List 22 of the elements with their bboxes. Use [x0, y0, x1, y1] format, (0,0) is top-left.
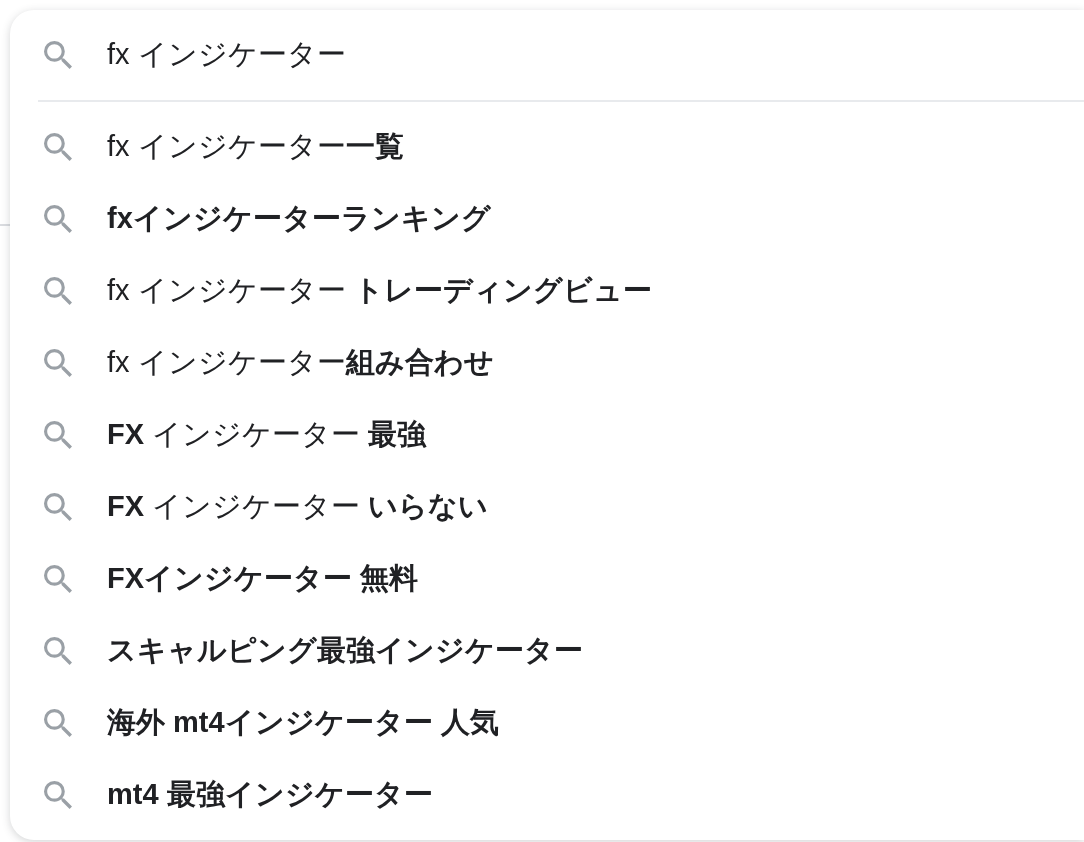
search-icon: [44, 349, 72, 377]
search-icon: [44, 133, 72, 161]
search-icon: [44, 421, 72, 449]
suggestion-item[interactable]: fx インジケーター トレーディングビュー: [10, 255, 1084, 327]
search-field[interactable]: fx インジケーター: [107, 35, 1084, 75]
suggestion-item[interactable]: mt4 最強インジケーター: [10, 759, 1084, 831]
suggestion-item[interactable]: FX インジケーター いらない: [10, 471, 1084, 543]
suggestion-item[interactable]: fx インジケーター一覧: [10, 111, 1084, 183]
search-icon: [44, 565, 72, 593]
suggestion-item[interactable]: FXインジケーター 無料: [10, 543, 1084, 615]
suggestion-item[interactable]: fx インジケーター組み合わせ: [10, 327, 1084, 399]
search-icon: [44, 205, 72, 233]
search-icon: [44, 493, 72, 521]
search-icon: [44, 637, 72, 665]
suggestion-item[interactable]: スキャルピング最強インジケーター: [10, 615, 1084, 687]
search-icon: [44, 709, 72, 737]
suggestion-item[interactable]: 海外 mt4インジケーター 人気: [10, 687, 1084, 759]
search-icon: [44, 41, 72, 69]
search-icon: [44, 781, 72, 809]
search-icon: [44, 277, 72, 305]
suggestion-item[interactable]: FX インジケーター 最強: [10, 399, 1084, 471]
suggestion-item[interactable]: fxインジケーターランキング: [10, 183, 1084, 255]
